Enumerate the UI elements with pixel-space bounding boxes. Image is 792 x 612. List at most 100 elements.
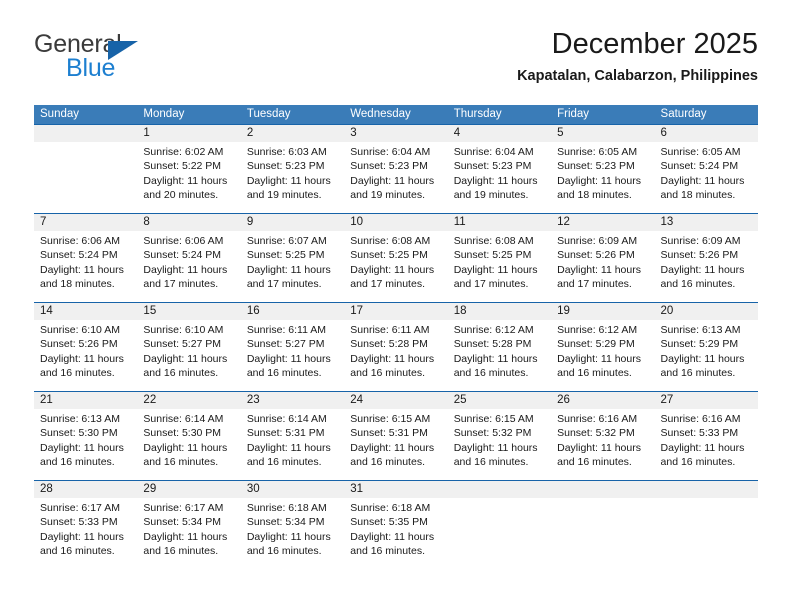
day-number[interactable]: 7 [34,214,137,231]
daylight-text-line2: and 16 minutes. [350,545,425,558]
day-number[interactable]: 12 [551,214,654,231]
day-cell[interactable]: Sunrise: 6:15 AM Sunset: 5:32 PM Dayligh… [448,409,551,480]
day-cell[interactable]: Sunrise: 6:13 AM Sunset: 5:29 PM Dayligh… [655,320,758,391]
day-number[interactable]: 19 [551,303,654,320]
sunrise-text: Sunrise: 6:17 AM [40,502,120,514]
daylight-text-line1: Daylight: 11 hours [350,263,435,276]
day-number[interactable]: 27 [655,392,758,409]
brand-logo[interactable]: General Blue [34,30,214,90]
week-detail-strip: Sunrise: 6:10 AM Sunset: 5:26 PM Dayligh… [34,320,758,391]
day-number[interactable] [551,481,654,498]
day-cell[interactable]: Sunrise: 6:04 AM Sunset: 5:23 PM Dayligh… [448,142,551,213]
calendar-week-row: 1 2 3 4 5 6 Sunrise: 6:02 AM Sunset: 5:2… [34,124,758,213]
day-number[interactable]: 24 [344,392,447,409]
day-number[interactable]: 17 [344,303,447,320]
day-cell[interactable]: Sunrise: 6:12 AM Sunset: 5:29 PM Dayligh… [551,320,654,391]
sunrise-text: Sunrise: 6:14 AM [246,413,327,425]
day-number[interactable]: 16 [241,303,344,320]
sunrise-text: Sunrise: 6:16 AM [660,413,741,425]
day-cell[interactable]: Sunrise: 6:02 AM Sunset: 5:22 PM Dayligh… [137,142,240,213]
day-number[interactable]: 30 [241,481,344,498]
daylight-text-line1: Daylight: 11 hours [143,441,228,454]
day-number[interactable]: 2 [241,125,344,142]
daylight-text-line2: and 16 minutes. [246,367,322,380]
day-number[interactable] [448,481,551,498]
day-cell[interactable]: Sunrise: 6:15 AM Sunset: 5:31 PM Dayligh… [344,409,447,480]
day-cell[interactable]: Sunrise: 6:13 AM Sunset: 5:30 PM Dayligh… [34,409,137,480]
day-cell[interactable]: Sunrise: 6:09 AM Sunset: 5:26 PM Dayligh… [551,231,654,302]
day-cell[interactable]: Sunrise: 6:08 AM Sunset: 5:25 PM Dayligh… [344,231,447,302]
daylight-text-line2: and 16 minutes. [660,278,736,291]
day-number[interactable]: 31 [344,481,447,498]
day-number[interactable]: 14 [34,303,137,320]
day-number[interactable]: 23 [241,392,344,409]
weekday-header-wednesday: Wednesday [350,108,411,120]
day-number[interactable]: 26 [551,392,654,409]
daylight-text-line2: and 17 minutes. [557,278,632,291]
sunrise-text: Sunrise: 6:17 AM [143,502,224,514]
day-number[interactable]: 29 [137,481,240,498]
day-cell[interactable]: Sunrise: 6:06 AM Sunset: 5:24 PM Dayligh… [137,231,240,302]
sunrise-text: Sunrise: 6:08 AM [350,235,431,247]
day-cell[interactable] [551,498,654,569]
day-cell[interactable]: Sunrise: 6:11 AM Sunset: 5:28 PM Dayligh… [344,320,447,391]
sunset-text: Sunset: 5:32 PM [453,427,532,440]
day-number[interactable]: 3 [344,125,447,142]
day-cell[interactable]: Sunrise: 6:10 AM Sunset: 5:27 PM Dayligh… [137,320,240,391]
daylight-text-line2: and 16 minutes. [660,456,736,469]
day-cell[interactable]: Sunrise: 6:16 AM Sunset: 5:33 PM Dayligh… [655,409,758,480]
calendar-week-row: 28 29 30 31 Sunrise: 6:17 AM Sunset: 5:3… [34,480,758,569]
week-daynumber-strip: 7 8 9 10 11 12 13 [34,214,758,231]
day-number[interactable]: 18 [448,303,551,320]
day-cell[interactable]: Sunrise: 6:06 AM Sunset: 5:24 PM Dayligh… [34,231,137,302]
day-number[interactable]: 6 [655,125,758,142]
day-cell[interactable]: Sunrise: 6:04 AM Sunset: 5:23 PM Dayligh… [344,142,447,213]
daylight-text-line2: and 16 minutes. [453,367,529,380]
daylight-text-line1: Daylight: 11 hours [40,263,124,276]
day-cell[interactable]: Sunrise: 6:05 AM Sunset: 5:23 PM Dayligh… [551,142,654,213]
day-number[interactable]: 8 [137,214,240,231]
weekday-header-monday: Monday [143,108,185,120]
day-cell[interactable]: Sunrise: 6:14 AM Sunset: 5:31 PM Dayligh… [241,409,344,480]
day-cell[interactable] [655,498,758,569]
day-cell[interactable]: Sunrise: 6:12 AM Sunset: 5:28 PM Dayligh… [448,320,551,391]
day-cell[interactable]: Sunrise: 6:03 AM Sunset: 5:23 PM Dayligh… [241,142,344,213]
day-number[interactable]: 4 [448,125,551,142]
day-number[interactable]: 22 [137,392,240,409]
day-number[interactable]: 1 [137,125,240,142]
day-cell[interactable]: Sunrise: 6:05 AM Sunset: 5:24 PM Dayligh… [655,142,758,213]
day-number[interactable] [655,481,758,498]
day-cell[interactable]: Sunrise: 6:11 AM Sunset: 5:27 PM Dayligh… [241,320,344,391]
day-number[interactable]: 11 [448,214,551,231]
day-number[interactable]: 25 [448,392,551,409]
day-number[interactable]: 28 [34,481,137,498]
day-cell[interactable]: Sunrise: 6:17 AM Sunset: 5:33 PM Dayligh… [34,498,137,569]
day-cell[interactable] [448,498,551,569]
day-number[interactable]: 5 [551,125,654,142]
sunset-text: Sunset: 5:26 PM [660,249,739,262]
day-number[interactable]: 13 [655,214,758,231]
day-cell[interactable]: Sunrise: 6:16 AM Sunset: 5:32 PM Dayligh… [551,409,654,480]
day-number[interactable] [34,125,137,142]
day-cell[interactable]: Sunrise: 6:17 AM Sunset: 5:34 PM Dayligh… [137,498,240,569]
day-number[interactable]: 21 [34,392,137,409]
day-cell[interactable]: Sunrise: 6:18 AM Sunset: 5:35 PM Dayligh… [344,498,447,569]
day-cell[interactable]: Sunrise: 6:07 AM Sunset: 5:25 PM Dayligh… [241,231,344,302]
day-cell[interactable]: Sunrise: 6:18 AM Sunset: 5:34 PM Dayligh… [241,498,344,569]
day-number[interactable]: 20 [655,303,758,320]
sunrise-text: Sunrise: 6:04 AM [350,146,431,158]
day-cell[interactable]: Sunrise: 6:14 AM Sunset: 5:30 PM Dayligh… [137,409,240,480]
daylight-text-line2: and 19 minutes. [350,189,425,202]
day-cell[interactable]: Sunrise: 6:10 AM Sunset: 5:26 PM Dayligh… [34,320,137,391]
daylight-text-line1: Daylight: 11 hours [246,530,331,543]
day-number[interactable]: 9 [241,214,344,231]
weekday-header-row: Sunday Monday Tuesday Wednesday Thursday… [34,105,758,124]
day-cell[interactable] [34,142,137,213]
sunrise-text: Sunrise: 6:05 AM [660,146,741,158]
daylight-text-line1: Daylight: 11 hours [660,441,745,454]
day-cell[interactable]: Sunrise: 6:09 AM Sunset: 5:26 PM Dayligh… [655,231,758,302]
day-number[interactable]: 15 [137,303,240,320]
daylight-text-line1: Daylight: 11 hours [143,530,228,543]
day-number[interactable]: 10 [344,214,447,231]
day-cell[interactable]: Sunrise: 6:08 AM Sunset: 5:25 PM Dayligh… [448,231,551,302]
